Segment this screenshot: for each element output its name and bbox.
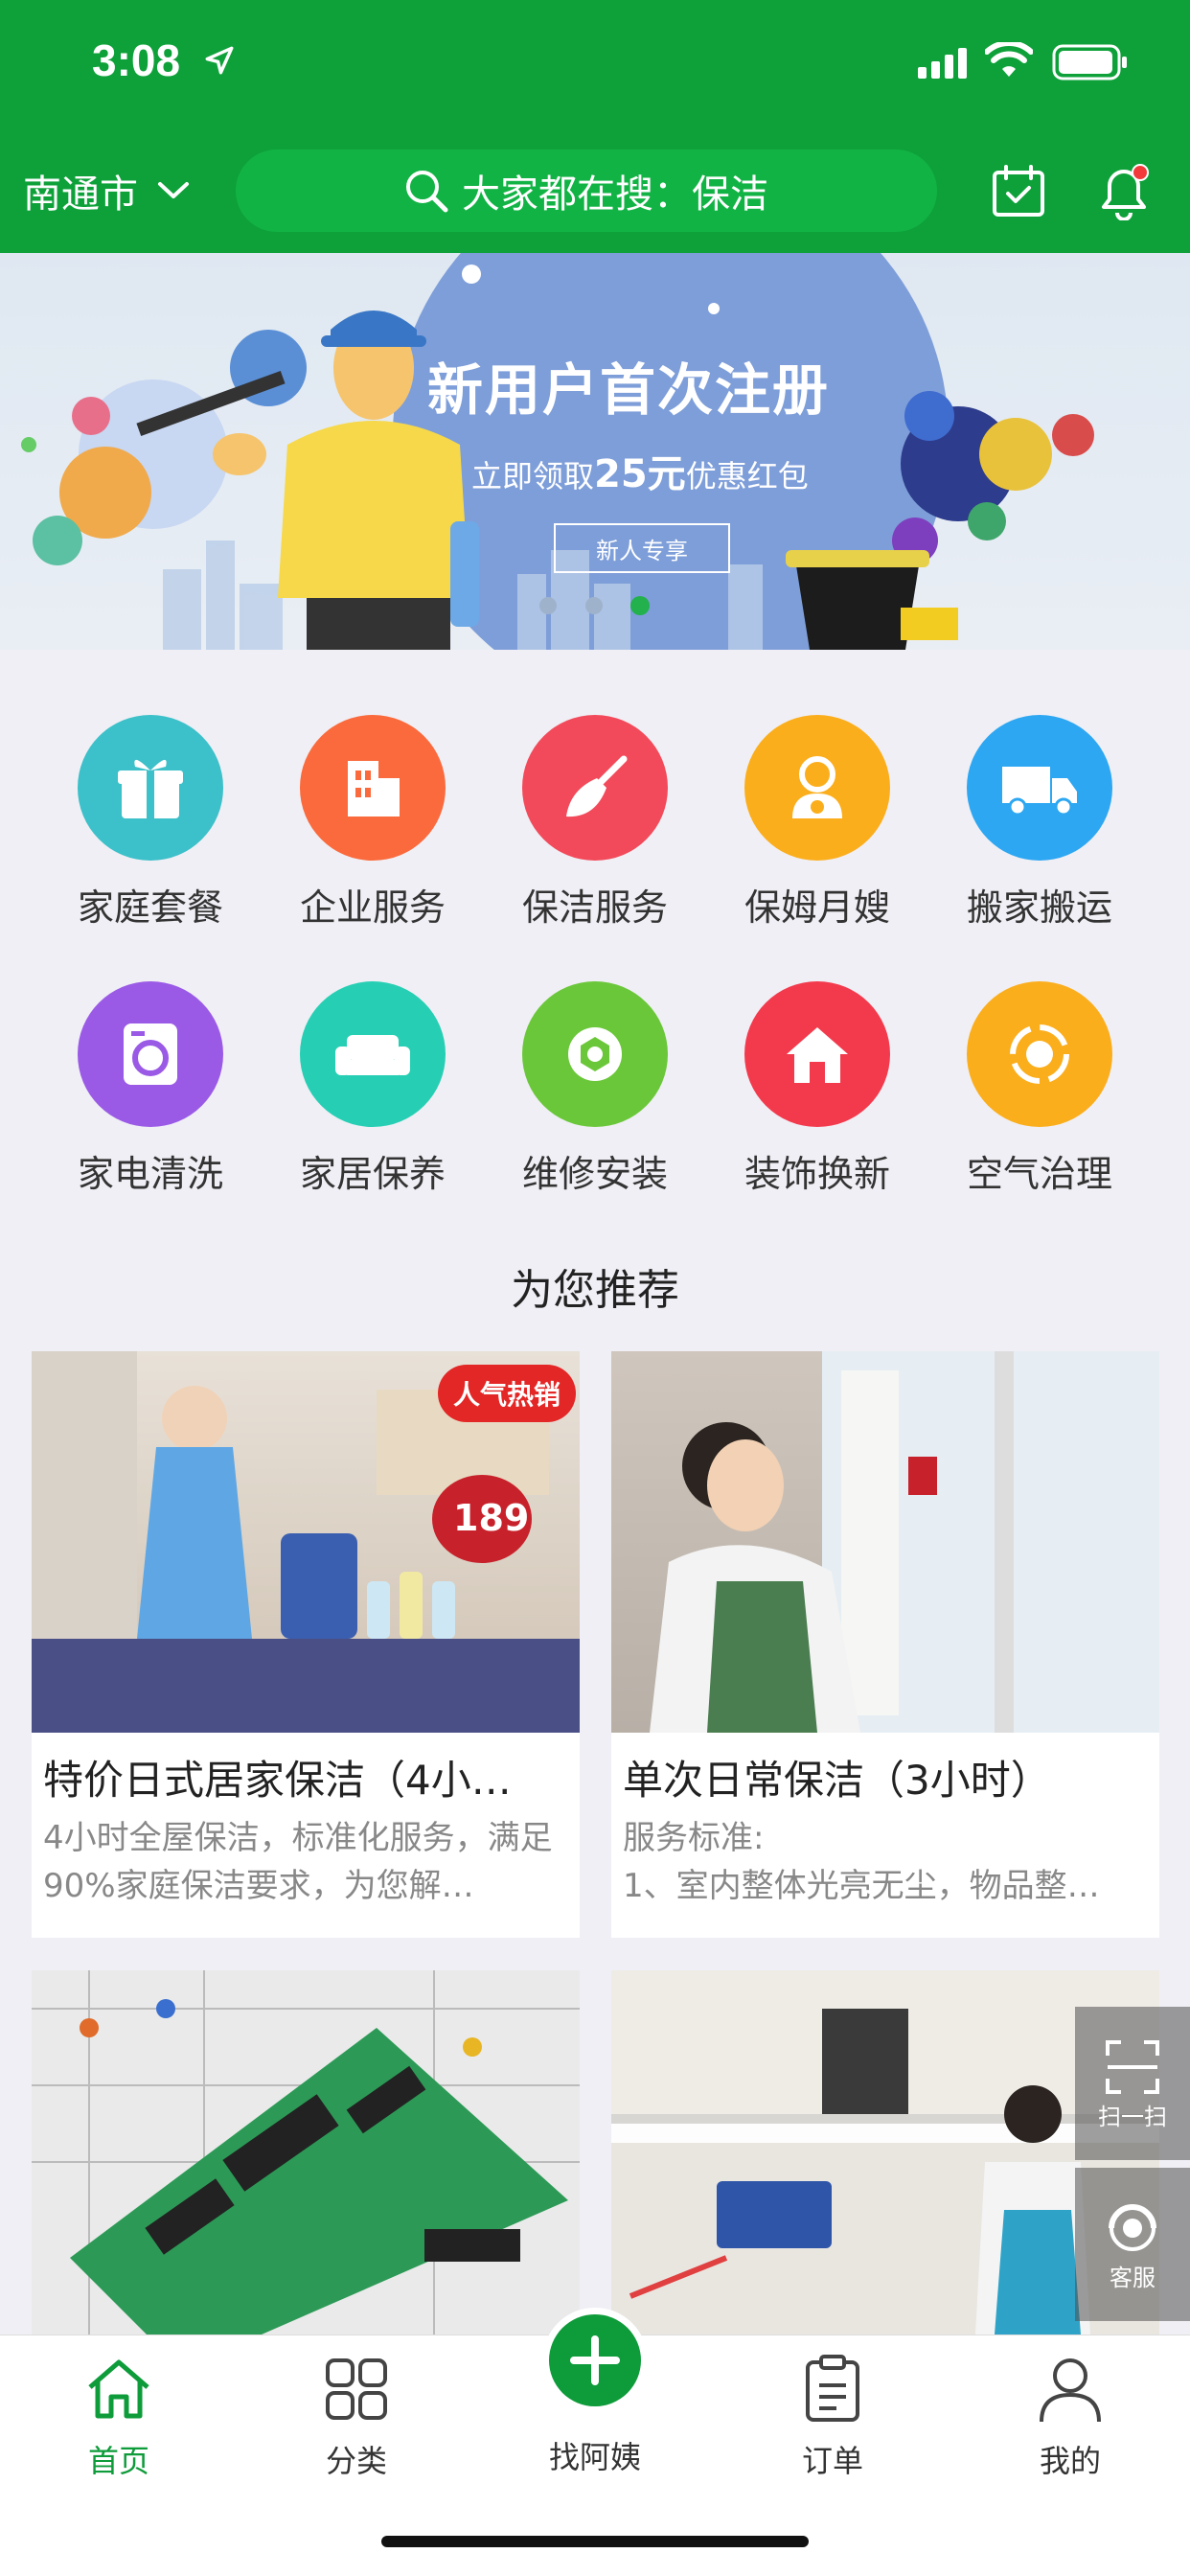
plus-icon bbox=[549, 2314, 641, 2406]
hot-sale-badge: 人气热销 bbox=[438, 1365, 576, 1422]
status-time: 3:08 bbox=[92, 35, 181, 85]
gift-icon bbox=[78, 715, 223, 861]
card-title: 单次日常保洁（3小时） bbox=[623, 1757, 1051, 1804]
category-renovation[interactable]: 装饰换新 bbox=[712, 981, 923, 1197]
tab-category[interactable]: 分类 bbox=[280, 2353, 433, 2481]
card-image: 人气热销 189 bbox=[32, 1351, 580, 1733]
tab-label: 首页 bbox=[87, 2443, 149, 2479]
category-nanny[interactable]: 保姆月嫂 bbox=[712, 715, 923, 931]
category-label: 家庭套餐 bbox=[77, 886, 223, 929]
category-cleaning[interactable]: 保洁服务 bbox=[490, 715, 700, 931]
banner-subtitle-prefix: 立即领取 bbox=[471, 458, 595, 494]
category-air-treatment[interactable]: 空气治理 bbox=[934, 981, 1145, 1197]
truck-icon bbox=[967, 715, 1112, 861]
app-header: 3:08 南通市 大家都在搜：保洁 bbox=[0, 0, 1190, 253]
home-icon bbox=[88, 2359, 149, 2419]
user-icon bbox=[1040, 2358, 1101, 2423]
card-image bbox=[32, 1970, 580, 2334]
home-indicator bbox=[381, 2536, 809, 2547]
category-label: 维修安装 bbox=[521, 1153, 668, 1195]
category-label: 家电清洗 bbox=[77, 1153, 223, 1195]
banner-subtitle: 立即领取25元优惠红包 bbox=[471, 443, 809, 498]
price-tag: 189 bbox=[453, 1497, 530, 1539]
card-title: 特价日式居家保洁（4小… bbox=[43, 1757, 512, 1804]
category-label: 装饰换新 bbox=[744, 1153, 890, 1195]
cellular-signal-icon bbox=[918, 48, 967, 79]
category-enterprise[interactable]: 企业服务 bbox=[267, 715, 478, 931]
sofa-icon bbox=[300, 981, 446, 1127]
card-desc: 服务标准: 1、室内整体光亮无尘，物品整… bbox=[623, 1819, 1100, 1905]
chevron-down-icon bbox=[158, 182, 189, 198]
tab-mine[interactable]: 我的 bbox=[994, 2353, 1147, 2481]
card-desc: 4小时全屋保洁，标准化服务，满足90%家庭保洁要求，为您解… bbox=[43, 1819, 553, 1905]
status-bar: 3:08 bbox=[0, 0, 1190, 134]
promo-banner[interactable]: 新用户首次注册 立即领取25元优惠红包 新人专享 bbox=[0, 253, 1190, 650]
category-repair[interactable]: 维修安装 bbox=[490, 981, 700, 1197]
city-selector[interactable]: 南通市 bbox=[23, 161, 190, 220]
broom-icon bbox=[522, 715, 668, 861]
search-placeholder: 大家都在搜：保洁 bbox=[462, 172, 768, 217]
nanny-icon bbox=[744, 715, 890, 861]
scan-button[interactable]: 扫一扫 bbox=[1075, 2007, 1190, 2160]
scan-label: 扫一扫 bbox=[1098, 2103, 1167, 2130]
recommend-title: 为您推荐 bbox=[511, 1266, 679, 1315]
air-icon bbox=[967, 981, 1112, 1127]
category-home-care[interactable]: 家居保养 bbox=[267, 981, 478, 1197]
tab-label: 找阿姨 bbox=[548, 2439, 641, 2475]
category-label: 保洁服务 bbox=[521, 886, 668, 929]
category-label: 保姆月嫂 bbox=[744, 886, 890, 929]
tab-orders[interactable]: 订单 bbox=[756, 2353, 909, 2481]
clipboard-icon bbox=[806, 2355, 859, 2422]
tab-label: 我的 bbox=[1039, 2443, 1101, 2479]
category-label: 企业服务 bbox=[299, 886, 446, 929]
building-icon bbox=[300, 715, 446, 861]
find-aunt-button[interactable] bbox=[542, 2308, 648, 2413]
card-image bbox=[611, 1351, 1159, 1733]
tab-home[interactable]: 首页 bbox=[42, 2353, 195, 2481]
category-label: 家居保养 bbox=[299, 1153, 446, 1195]
category-moving[interactable]: 搬家搬运 bbox=[934, 715, 1145, 931]
recommend-card[interactable]: 人气热销 189 特价日式居家保洁（4小… 4小时全屋保洁，标准化服务，满足90… bbox=[32, 1351, 580, 1938]
wifi-icon bbox=[985, 42, 1033, 77]
banner-subtitle-amount: 25元 bbox=[594, 452, 686, 496]
new-user-button[interactable]: 新人专享 bbox=[554, 523, 730, 573]
category-family-package[interactable]: 家庭套餐 bbox=[45, 715, 256, 931]
tab-label: 分类 bbox=[325, 2443, 387, 2479]
banner-title: 新用户首次注册 bbox=[427, 357, 831, 423]
headset-icon bbox=[1109, 2203, 1156, 2251]
house-icon bbox=[744, 981, 890, 1127]
scan-icon bbox=[1106, 2039, 1159, 2094]
wrench-icon bbox=[522, 981, 668, 1127]
calendar-check-icon[interactable] bbox=[989, 161, 1048, 220]
battery-icon bbox=[1052, 44, 1127, 80]
search-input[interactable]: 大家都在搜：保洁 bbox=[236, 150, 937, 232]
washer-icon bbox=[78, 981, 223, 1127]
location-arrow-icon bbox=[205, 46, 234, 75]
grid-icon bbox=[326, 2358, 387, 2420]
search-icon bbox=[406, 171, 448, 213]
recommend-card[interactable]: 单次日常保洁（3小时） 服务标准: 1、室内整体光亮无尘，物品整… bbox=[611, 1351, 1159, 1938]
city-label: 南通市 bbox=[23, 172, 138, 217]
category-label: 空气治理 bbox=[966, 1153, 1112, 1195]
tab-label: 订单 bbox=[801, 2443, 863, 2479]
customer-service-button[interactable]: 客服 bbox=[1075, 2168, 1190, 2321]
tab-find-aunt[interactable]: 找阿姨 bbox=[518, 2429, 672, 2477]
category-label: 搬家搬运 bbox=[966, 886, 1112, 929]
category-appliance-cleaning[interactable]: 家电清洗 bbox=[45, 981, 256, 1197]
service-label: 客服 bbox=[1110, 2264, 1156, 2291]
recommend-card[interactable] bbox=[32, 1970, 580, 2334]
banner-subtitle-suffix: 优惠红包 bbox=[685, 458, 809, 494]
notification-bell-icon[interactable] bbox=[1094, 161, 1154, 220]
